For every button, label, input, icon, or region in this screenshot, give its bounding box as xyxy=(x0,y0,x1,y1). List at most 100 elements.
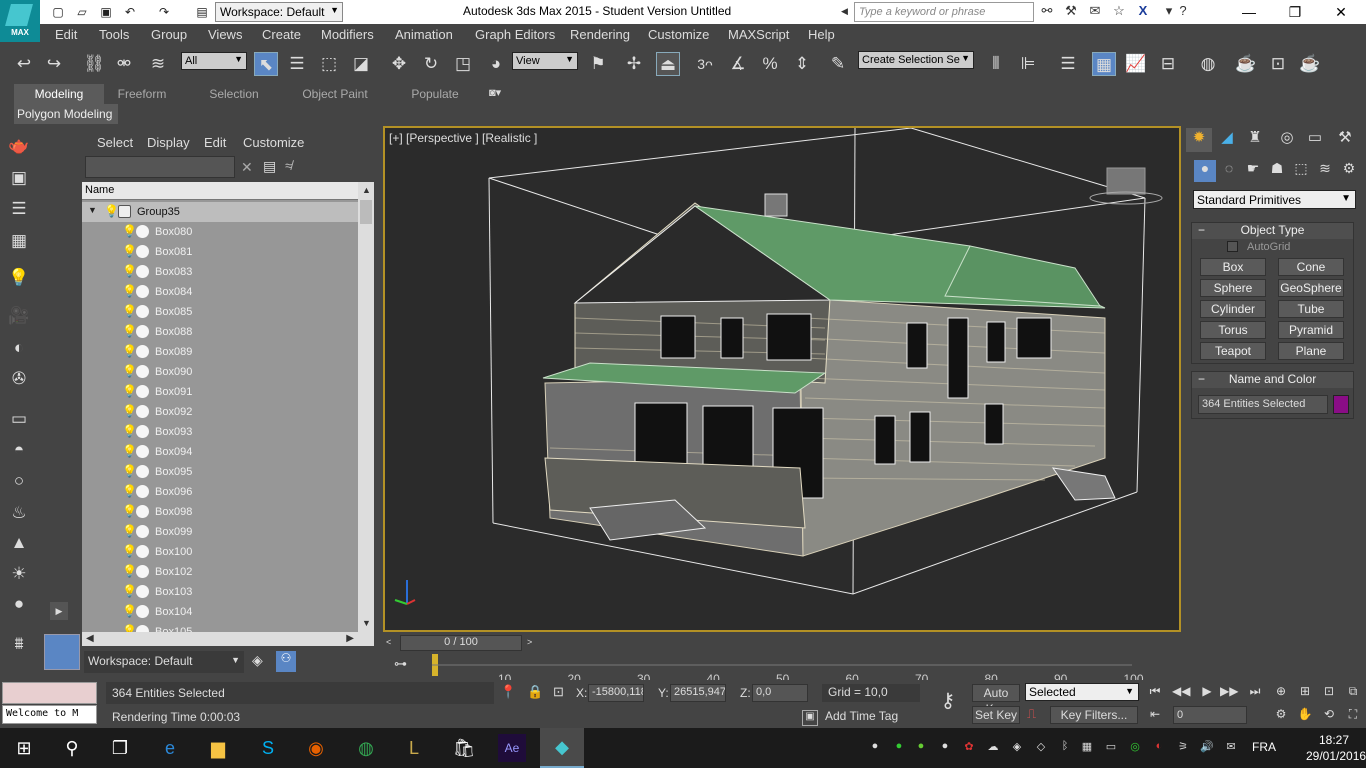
search-icon[interactable]: ⚲ xyxy=(58,734,86,762)
explorer-menu-select[interactable]: Select xyxy=(97,135,133,150)
vertical-scrollbar[interactable] xyxy=(358,182,374,634)
light-bulb-icon[interactable]: 💡 xyxy=(122,484,137,498)
hemisphere-icon[interactable]: ◓ xyxy=(6,440,32,464)
redo-icon[interactable]: ↪ xyxy=(42,52,66,76)
table-row[interactable]: 💡 Box091 xyxy=(82,382,358,402)
curve-editor-icon[interactable]: 📈 xyxy=(1124,52,1148,76)
rectangular-selection-icon[interactable]: ⬚ xyxy=(317,52,341,76)
box-shape-icon[interactable]: ▭ xyxy=(6,409,32,433)
object-icon[interactable] xyxy=(136,385,149,398)
disk-icon[interactable]: ● xyxy=(6,594,32,618)
angle-snap-icon[interactable]: ∡ xyxy=(726,52,750,76)
light-bulb-icon[interactable]: 💡 xyxy=(6,268,32,292)
media-icon[interactable]: ▦ xyxy=(1080,740,1094,754)
object-icon[interactable] xyxy=(136,605,149,618)
edge-icon[interactable]: e xyxy=(156,734,184,762)
time-tag-icon[interactable]: ▣ xyxy=(802,710,818,726)
z-coordinate-field[interactable]: 0,0 xyxy=(752,684,808,702)
object-icon[interactable] xyxy=(136,425,149,438)
teapot-shape-icon[interactable]: ♨ xyxy=(6,503,32,527)
undo-icon[interactable]: ↩ xyxy=(12,52,36,76)
tray-icon-8[interactable]: ◇ xyxy=(1034,740,1048,754)
table-row[interactable]: 💡 Box098 xyxy=(82,502,358,522)
language-indicator[interactable]: FRA xyxy=(1252,740,1276,754)
table-row[interactable]: 💡 Box096 xyxy=(82,482,358,502)
menu-maxscript[interactable]: MAXScript xyxy=(728,27,789,42)
file-explorer-icon[interactable]: ▆ xyxy=(204,734,232,762)
battery-icon[interactable]: ▭ xyxy=(1104,740,1118,754)
light-bulb-icon[interactable]: 💡 xyxy=(122,464,137,478)
rotate-icon[interactable]: ↻ xyxy=(419,52,443,76)
key-filters-button[interactable]: Key Filters... xyxy=(1050,706,1138,724)
new-file-icon[interactable]: ▢ xyxy=(50,4,66,20)
viewport-image-icon[interactable]: ▣ xyxy=(6,168,32,192)
restore-icon[interactable]: ❐ xyxy=(1272,0,1318,24)
name-color-header[interactable]: − Name and Color xyxy=(1192,372,1353,388)
pan-icon[interactable]: ✋ xyxy=(1296,707,1314,725)
cylinder-button[interactable]: Cylinder xyxy=(1200,300,1266,318)
autogrid-checkbox[interactable] xyxy=(1227,241,1238,252)
layer-manager-icon[interactable]: ☰ xyxy=(1056,52,1080,76)
shapes-icon[interactable]: ◌ xyxy=(1218,160,1240,182)
motion-tab-icon[interactable]: ◎ xyxy=(1274,128,1300,152)
table-row[interactable]: 💡 Box093 xyxy=(82,422,358,442)
light-bulb-icon[interactable]: 💡 xyxy=(122,284,137,298)
network-icon[interactable]: ⚞ xyxy=(1176,740,1190,754)
light-bulb-icon[interactable]: 💡 xyxy=(122,604,137,618)
light-bulb-icon[interactable]: 💡 xyxy=(122,504,137,518)
tray-icon-12[interactable]: ◐ xyxy=(1152,740,1166,754)
unlink-icon[interactable]: ⚮ xyxy=(112,52,136,76)
tray-icon-4[interactable]: ● xyxy=(938,740,952,754)
light-bulb-icon[interactable]: 💡 xyxy=(122,404,137,418)
column-header-name[interactable]: Name xyxy=(82,182,374,200)
object-name-field[interactable]: 364 Entities Selected xyxy=(1198,395,1328,414)
selection-filter-dropdown[interactable]: All ▼ xyxy=(181,52,247,70)
table-row[interactable]: 💡 Box081 xyxy=(82,242,358,262)
explorer-menu-edit[interactable]: Edit xyxy=(204,135,226,150)
object-icon[interactable] xyxy=(136,485,149,498)
cloud-icon[interactable]: ☁ xyxy=(986,740,1000,754)
select-link-icon[interactable]: ⛓ xyxy=(82,52,106,76)
reference-coordinate-dropdown[interactable]: View ▼ xyxy=(512,52,578,70)
store-icon[interactable]: 🛍 xyxy=(450,734,478,762)
x-coordinate-field[interactable]: -15800,118 xyxy=(588,684,644,702)
display-tab-icon[interactable]: ▭ xyxy=(1302,128,1328,152)
cone-button[interactable]: Cone xyxy=(1278,258,1344,276)
project-folder-icon[interactable]: ▤ xyxy=(194,4,210,20)
time-configuration-icon[interactable]: ⚙ xyxy=(1272,707,1290,725)
ribbon-options-icon[interactable]: ◙▾ xyxy=(489,86,501,99)
object-icon[interactable] xyxy=(136,465,149,478)
go-to-end-icon[interactable]: ⏭ xyxy=(1246,684,1264,702)
task-view-icon[interactable]: ❐ xyxy=(106,734,134,762)
light-bulb-icon[interactable]: 💡 xyxy=(122,424,137,438)
chrome-icon[interactable]: ◍ xyxy=(352,734,380,762)
light-bulb-icon[interactable]: 💡 xyxy=(104,204,119,218)
object-icon[interactable] xyxy=(136,225,149,238)
systems-icon[interactable]: ⚙ xyxy=(1338,160,1360,182)
after-effects-icon[interactable]: Ae xyxy=(498,734,526,762)
light-bulb-icon[interactable]: 💡 xyxy=(122,584,137,598)
star-icon[interactable]: ☆ xyxy=(1110,3,1128,21)
filter-icon[interactable]: ≉ xyxy=(285,158,292,173)
object-icon[interactable] xyxy=(136,505,149,518)
rendered-frame-window-icon[interactable]: ⊡ xyxy=(1266,52,1290,76)
group-icon[interactable] xyxy=(118,205,131,218)
minimize-icon[interactable]: — xyxy=(1226,0,1272,24)
reel-icon[interactable]: ✇ xyxy=(6,369,32,393)
object-icon[interactable] xyxy=(136,405,149,418)
utilities-tab-icon[interactable]: ⚒ xyxy=(1332,128,1358,152)
notifications-icon[interactable]: ✉ xyxy=(1224,740,1238,754)
subscription-icon[interactable]: ✉ xyxy=(1086,3,1104,21)
workspace-dropdown[interactable]: Workspace: Default ▼ xyxy=(215,2,343,22)
isolate-icon[interactable]: 📍 xyxy=(500,684,516,700)
light-bulb-icon[interactable]: 💡 xyxy=(122,364,137,378)
clock[interactable]: 18:27 29/01/2016 xyxy=(1306,732,1366,764)
3dsmax-taskbar-icon[interactable]: ◆ xyxy=(540,728,584,768)
tab-freeform[interactable]: Freeform xyxy=(110,84,174,104)
zoom-extents-icon[interactable]: ⊡ xyxy=(1320,684,1338,702)
light-bulb-icon[interactable]: 💡 xyxy=(122,304,137,318)
pivot-center-icon[interactable]: ⚑ xyxy=(586,52,610,76)
binoculars-icon[interactable]: ⚯ xyxy=(1038,3,1056,21)
sphere-button[interactable]: Sphere xyxy=(1200,279,1266,297)
helper-icon[interactable]: ◐ xyxy=(6,338,32,362)
